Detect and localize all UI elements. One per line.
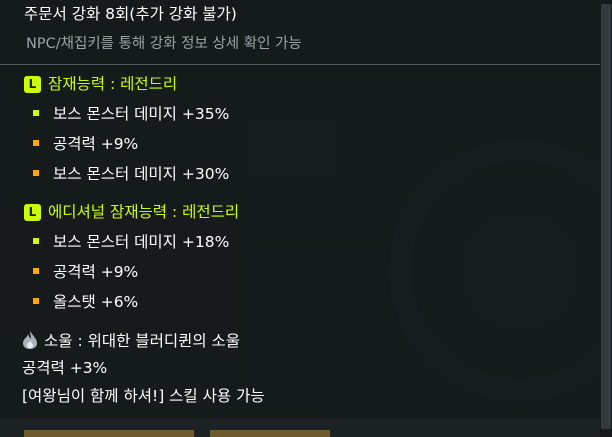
additional-potential-header: L 에디셔널 잠재능력 : 레전드리 xyxy=(24,202,239,222)
legendary-grade-icon: L xyxy=(24,204,41,221)
bullet-icon xyxy=(33,110,39,116)
divider xyxy=(0,64,612,65)
additional-potential-title: 에디셔널 잠재능력 : 레전드리 xyxy=(48,203,240,221)
upgrade-title: 주문서 강화 8회(추가 강화 불가) xyxy=(24,5,237,23)
cut-off-text-decoration xyxy=(24,430,330,437)
scrollbar-thumb[interactable] xyxy=(601,4,611,429)
soul-stat: 공격력 +3% xyxy=(22,359,108,377)
upgrade-hint: NPC/채집키를 통해 강화 정보 상세 확인 가능 xyxy=(26,36,302,52)
item-tooltip: 주문서 강화 8회(추가 강화 불가) NPC/채집키를 통해 강화 정보 상세… xyxy=(0,0,612,437)
bullet-icon xyxy=(33,298,39,304)
legendary-grade-icon: L xyxy=(24,76,41,93)
soul-title: 소울 : 위대한 블러디퀸의 소울 xyxy=(44,332,241,350)
scrollbar[interactable] xyxy=(600,0,612,437)
bullet-icon xyxy=(33,268,39,274)
bullet-icon xyxy=(33,238,39,244)
potential-option: 공격력 +9% xyxy=(33,134,138,154)
bullet-icon xyxy=(33,140,39,146)
next-section-cutoff xyxy=(0,418,600,437)
soul-skill: [여왕님이 함께 하셔!] 스킬 사용 가능 xyxy=(22,387,265,405)
potential-header: L 잠재능력 : 레전드리 xyxy=(24,74,177,94)
bullet-icon xyxy=(33,170,39,176)
potential-option: 보스 몬스터 데미지 +30% xyxy=(33,164,229,184)
potential-option: 보스 몬스터 데미지 +35% xyxy=(33,104,229,124)
additional-potential-option: 보스 몬스터 데미지 +18% xyxy=(33,232,229,252)
soul-header: 소울 : 위대한 블러디퀸의 소울 xyxy=(22,330,240,351)
potential-title: 잠재능력 : 레전드리 xyxy=(48,75,178,93)
additional-potential-option: 공격력 +9% xyxy=(33,262,138,282)
soul-flame-icon xyxy=(23,331,37,349)
additional-potential-option: 올스탯 +6% xyxy=(33,292,138,312)
